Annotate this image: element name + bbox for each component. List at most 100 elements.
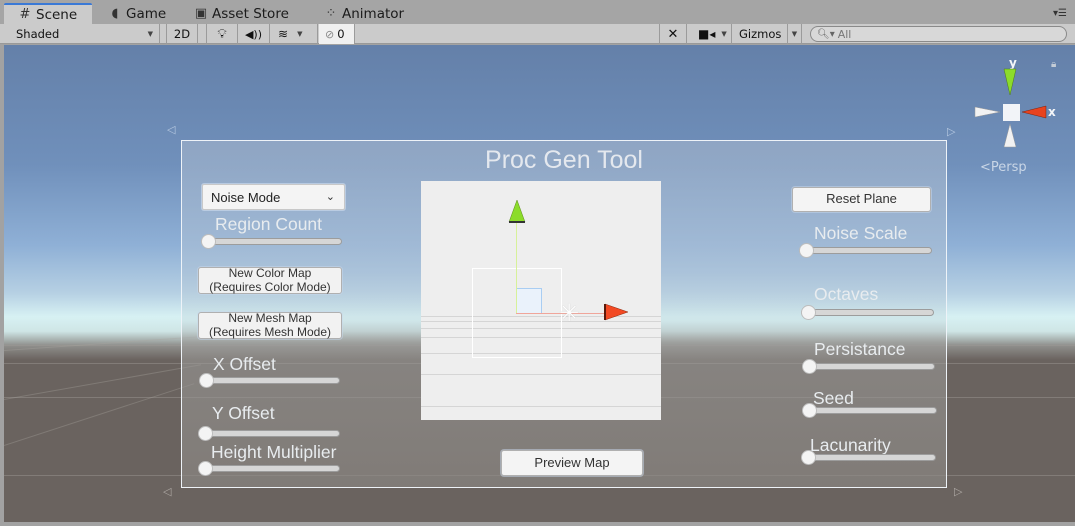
region-count-label: Region Count bbox=[215, 214, 323, 234]
height-multiplier-label: Height Multiplier bbox=[211, 442, 337, 462]
x-offset-slider[interactable] bbox=[199, 373, 340, 388]
hidden-count: 0 bbox=[337, 27, 345, 41]
button-line: (Requires Color Mode) bbox=[209, 279, 331, 294]
button-line: New Color Map bbox=[228, 266, 312, 281]
neg-y-cone-icon[interactable] bbox=[1003, 123, 1017, 148]
slider-handle[interactable] bbox=[198, 426, 213, 441]
region-count-slider[interactable] bbox=[201, 234, 342, 249]
hidden-objects-toggle[interactable]: ⊘ 0 bbox=[319, 24, 355, 44]
tab-label: Game bbox=[126, 5, 167, 22]
lighting-toggle[interactable]: 💡︎ bbox=[206, 24, 238, 44]
noise-scale-label: Noise Scale bbox=[814, 223, 908, 243]
effects-layers-icon: ≋ bbox=[278, 27, 289, 41]
mode-dropdown-value: Noise Mode bbox=[211, 189, 281, 205]
proc-gen-panel: Proc Gen Tool Noise Mode ⌄ Region Count … bbox=[181, 140, 947, 488]
audio-toggle[interactable]: ◀)) bbox=[238, 24, 270, 44]
slider-handle[interactable] bbox=[198, 461, 213, 476]
octaves-slider[interactable] bbox=[801, 305, 934, 320]
toggle-2d-button[interactable]: 2D bbox=[166, 24, 198, 44]
search-placeholder: All bbox=[837, 27, 852, 41]
search-input[interactable]: 🔍︎▾ All bbox=[810, 26, 1067, 42]
projection-label: Persp bbox=[990, 160, 1027, 175]
dropdown-caret-icon: ▼ bbox=[791, 30, 798, 38]
grid-icon: # bbox=[19, 7, 31, 22]
seed-label: Seed bbox=[813, 388, 854, 408]
gizmos-button[interactable]: Gizmos bbox=[734, 24, 788, 44]
map-preview-image: ✳ bbox=[421, 181, 661, 420]
slider-handle[interactable] bbox=[801, 450, 816, 465]
x-axis-label: x bbox=[1048, 105, 1056, 119]
grid-line bbox=[421, 374, 661, 375]
shading-mode-value: Shaded bbox=[16, 27, 60, 41]
x-cone-icon[interactable] bbox=[1021, 105, 1047, 119]
tab-scene[interactable]: # Scene bbox=[4, 3, 92, 24]
center-cube-icon[interactable] bbox=[1003, 104, 1020, 121]
toggle-2d-label: 2D bbox=[173, 27, 191, 41]
lightbulb-icon: 💡︎ bbox=[217, 26, 227, 42]
y-axis-arrow-icon[interactable] bbox=[508, 200, 526, 224]
y-offset-slider[interactable] bbox=[198, 426, 340, 441]
eye-hidden-icon: ⊘ bbox=[325, 27, 335, 41]
tab-bar: # Scene ◖ Game ▣ Asset Store ⁘ Animator … bbox=[0, 0, 1075, 24]
wrench-tools-icon: ✕ bbox=[667, 26, 679, 42]
neg-x-cone-icon[interactable] bbox=[974, 106, 1001, 118]
lock-icon[interactable]: 🔒︎ bbox=[1051, 59, 1056, 70]
plane-gizmo bbox=[517, 288, 542, 313]
animator-icon: ⁘ bbox=[325, 6, 337, 21]
slider-handle[interactable] bbox=[802, 403, 817, 418]
shading-mode-dropdown[interactable]: Shaded ▼ bbox=[8, 24, 160, 44]
height-multiplier-slider[interactable] bbox=[198, 461, 340, 476]
lacunarity-slider[interactable] bbox=[801, 450, 936, 465]
tab-asset-store[interactable]: ▣ Asset Store bbox=[180, 3, 310, 24]
x-offset-label: X Offset bbox=[213, 354, 276, 374]
pacman-icon: ◖ bbox=[111, 6, 119, 21]
reset-plane-label: Reset Plane bbox=[826, 191, 897, 207]
orientation-gizmo[interactable]: y x bbox=[974, 55, 1074, 165]
y-cone-icon[interactable] bbox=[1003, 68, 1017, 96]
store-bag-icon: ▣ bbox=[194, 6, 208, 21]
unity-scene-window: # Scene ◖ Game ▣ Asset Store ⁘ Animator … bbox=[0, 0, 1075, 526]
grid-line bbox=[4, 336, 204, 351]
tab-animator[interactable]: ⁘ Animator bbox=[310, 3, 420, 24]
gizmos-dropdown[interactable]: ▼ bbox=[788, 24, 802, 44]
projection-toggle[interactable]: <Persp bbox=[980, 160, 1027, 175]
reset-plane-button[interactable]: Reset Plane bbox=[792, 187, 931, 212]
tab-game[interactable]: ◖ Game bbox=[94, 3, 178, 24]
tools-button[interactable]: ✕ bbox=[659, 24, 687, 44]
slider-handle[interactable] bbox=[802, 359, 817, 374]
tab-label: Animator bbox=[342, 5, 405, 22]
new-mesh-map-button[interactable]: New Mesh Map (Requires Mesh Mode) bbox=[198, 312, 342, 339]
x-axis-arrow-icon[interactable] bbox=[604, 303, 630, 321]
mode-dropdown[interactable]: Noise Mode ⌄ bbox=[202, 184, 345, 210]
octaves-label: Octaves bbox=[814, 284, 879, 304]
effects-dropdown[interactable]: ≋ ▼ bbox=[270, 24, 318, 44]
y-axis-label: y bbox=[1009, 56, 1017, 70]
persp-icon: < bbox=[980, 160, 991, 175]
tab-label: Asset Store bbox=[212, 5, 289, 22]
preview-map-button[interactable]: Preview Map bbox=[501, 450, 643, 476]
y-offset-label: Y Offset bbox=[212, 403, 275, 423]
seed-slider[interactable] bbox=[802, 403, 937, 418]
camera-dropdown[interactable]: ■◂ ▼ bbox=[692, 24, 732, 44]
slider-handle[interactable] bbox=[199, 373, 214, 388]
slider-handle[interactable] bbox=[801, 305, 816, 320]
window-menu-icon[interactable]: ▾☰ bbox=[1053, 8, 1067, 19]
dropdown-caret-icon: ▼ bbox=[721, 30, 727, 38]
persistance-label: Persistance bbox=[814, 339, 906, 359]
button-line: (Requires Mesh Mode) bbox=[208, 324, 332, 339]
panel-title: Proc Gen Tool bbox=[485, 146, 643, 174]
button-line: New Mesh Map bbox=[228, 311, 312, 326]
light-sun-icon: ✳ bbox=[559, 299, 580, 327]
dropdown-caret-icon: ▼ bbox=[147, 30, 153, 38]
camera-icon: ■◂ bbox=[698, 27, 716, 41]
chevron-down-icon: ⌄ bbox=[325, 191, 335, 203]
grid-line bbox=[421, 406, 661, 407]
scene-viewport[interactable]: ◁ ▷ ◁ ▷ Proc Gen Tool Noise Mode ⌄ Regio… bbox=[4, 45, 1075, 522]
persistance-slider[interactable] bbox=[802, 359, 935, 374]
preview-map-label: Preview Map bbox=[534, 454, 610, 470]
slider-handle[interactable] bbox=[799, 243, 814, 258]
new-color-map-button[interactable]: New Color Map (Requires Color Mode) bbox=[198, 267, 342, 294]
noise-scale-slider[interactable] bbox=[799, 243, 932, 258]
axis-gizmo: y x bbox=[974, 56, 1056, 148]
slider-handle[interactable] bbox=[201, 234, 216, 249]
